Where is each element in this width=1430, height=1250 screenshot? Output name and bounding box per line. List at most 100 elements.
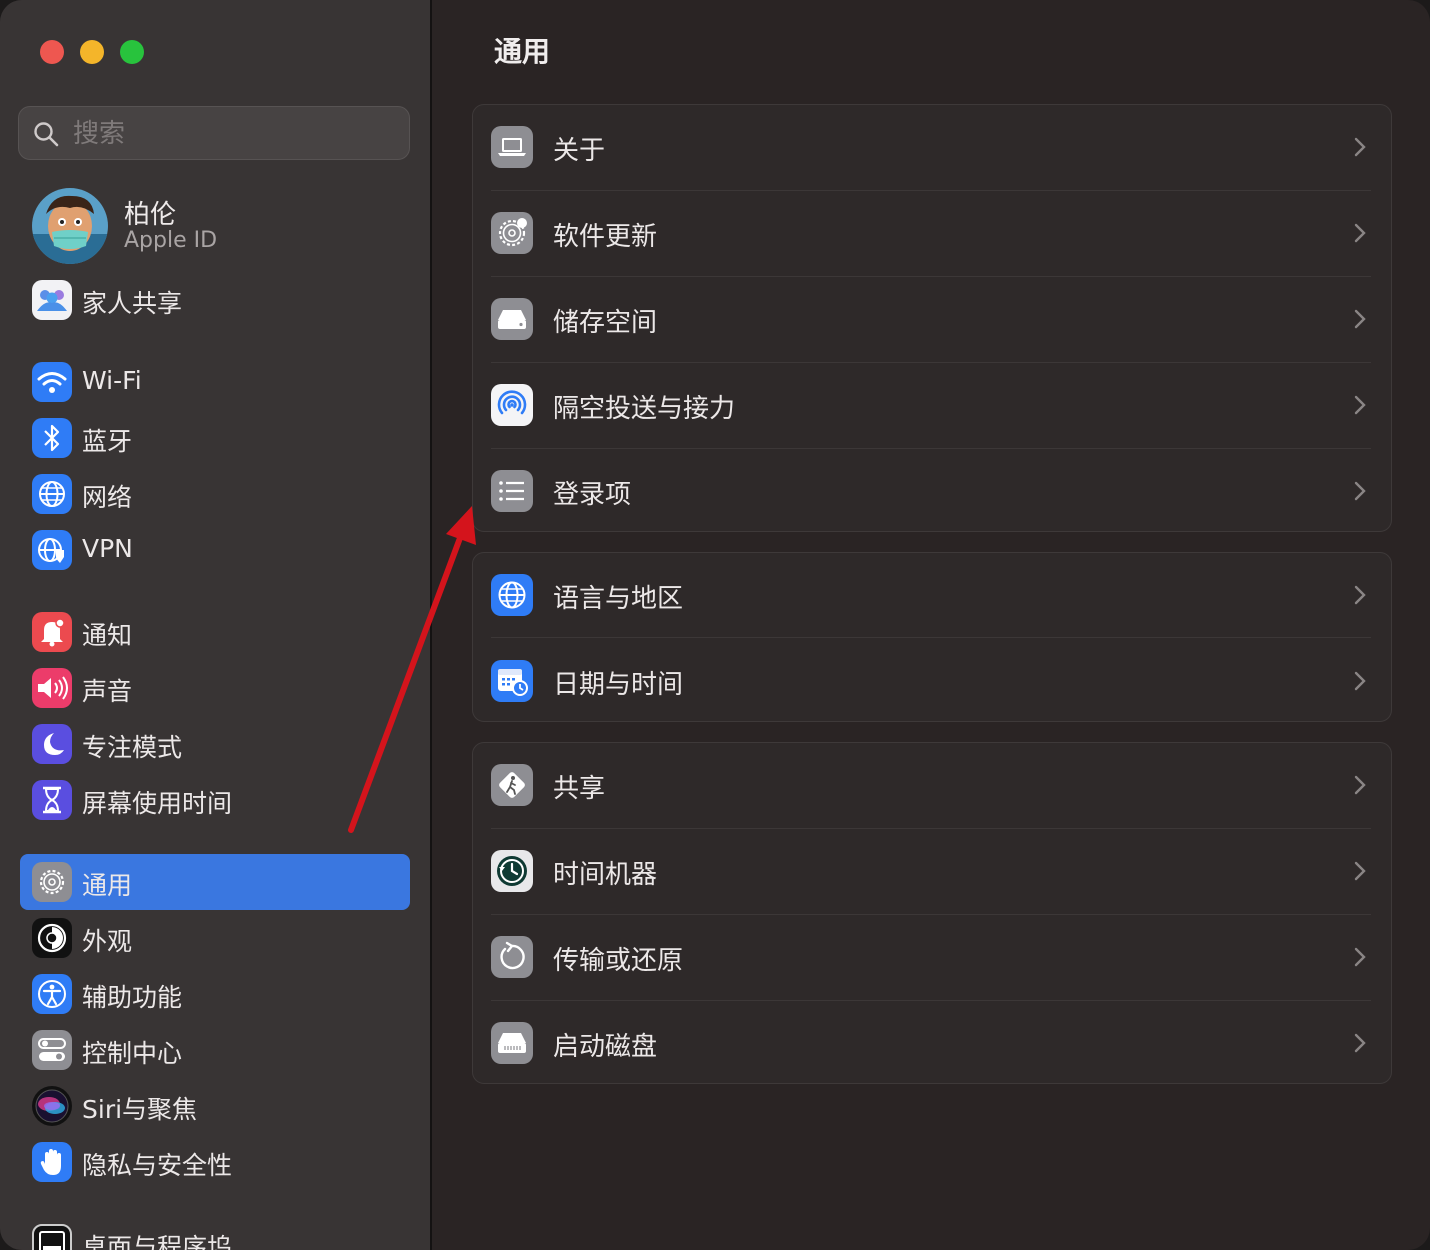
row-sharing[interactable]: 共享: [473, 743, 1391, 829]
row-about[interactable]: 关于: [473, 105, 1391, 191]
account-subtitle: Apple ID: [124, 228, 218, 253]
startup-disk-icon: [491, 1022, 533, 1064]
row-label: 时间机器: [553, 860, 658, 890]
settings-group-locale: 语言与地区 日期与时间: [472, 552, 1392, 722]
sidebar-item-label: 辅助功能: [82, 983, 183, 1012]
list-icon: [491, 470, 533, 512]
dock-icon: [32, 1224, 72, 1250]
restore-icon: [491, 936, 533, 978]
chevron-right-icon: [1354, 137, 1366, 157]
sidebar-item-label: 屏幕使用时间: [82, 789, 233, 818]
row-label: 启动磁盘: [553, 1032, 658, 1062]
sidebar-item-label: 蓝牙: [82, 427, 133, 456]
chevron-right-icon: [1354, 223, 1366, 243]
sidebar-item-label: 专注模式: [82, 733, 183, 762]
sidebar-item-label: 桌面与程序坞: [82, 1233, 233, 1250]
hand-icon: [32, 1142, 72, 1182]
laptop-icon: [491, 126, 533, 168]
row-startup-disk[interactable]: 启动磁盘: [473, 1001, 1391, 1087]
sidebar-item-accessibility[interactable]: 辅助功能: [20, 966, 410, 1022]
row-storage[interactable]: 储存空间: [473, 277, 1391, 363]
time-machine-icon: [491, 850, 533, 892]
divider: [491, 637, 1371, 638]
chevron-right-icon: [1354, 481, 1366, 501]
settings-group-system: 关于 软件更新 储存空间 隔空投送与接力 登录项: [472, 104, 1392, 532]
sidebar-item-label: 控制中心: [82, 1039, 183, 1068]
sidebar: 柏伦 Apple ID 家人共享 Wi-Fi 蓝牙 网络: [0, 0, 432, 1250]
row-airdrop-handoff[interactable]: 隔空投送与接力: [473, 363, 1391, 449]
drive-icon: [491, 298, 533, 340]
sidebar-item-label: 隐私与安全性: [82, 1151, 233, 1180]
sidebar-item-bluetooth[interactable]: 蓝牙: [20, 410, 410, 466]
sidebar-item-label: 外观: [82, 927, 133, 956]
row-time-machine[interactable]: 时间机器: [473, 829, 1391, 915]
gear-icon: [32, 862, 72, 902]
row-date-time[interactable]: 日期与时间: [473, 639, 1391, 725]
sidebar-item-network[interactable]: 网络: [20, 466, 410, 522]
search-field[interactable]: [18, 106, 410, 160]
sidebar-item-screen-time[interactable]: 屏幕使用时间: [20, 772, 410, 828]
vpn-icon: [32, 530, 72, 570]
globe-icon: [32, 474, 72, 514]
chevron-right-icon: [1354, 861, 1366, 881]
chevron-right-icon: [1354, 775, 1366, 795]
chevron-right-icon: [1354, 585, 1366, 605]
row-label: 共享: [553, 774, 606, 804]
page-title: 通用: [494, 35, 551, 68]
hourglass-icon: [32, 780, 72, 820]
sidebar-item-appearance[interactable]: 外观: [20, 910, 410, 966]
appearance-icon: [32, 918, 72, 958]
search-icon: [34, 122, 59, 147]
settings-window: 柏伦 Apple ID 家人共享 Wi-Fi 蓝牙 网络: [0, 0, 1430, 1250]
traffic-lights: [40, 40, 144, 64]
sidebar-item-privacy[interactable]: 隐私与安全性: [20, 1134, 410, 1190]
row-label: 隔空投送与接力: [553, 394, 736, 424]
sidebar-item-label: 网络: [82, 483, 133, 512]
account-name: 柏伦: [124, 200, 177, 230]
row-software-update[interactable]: 软件更新: [473, 191, 1391, 277]
sidebar-item-sound[interactable]: 声音: [20, 660, 410, 716]
row-label: 登录项: [553, 480, 632, 510]
minimize-button[interactable]: [80, 40, 104, 64]
row-label: 语言与地区: [553, 584, 684, 614]
row-language-region[interactable]: 语言与地区: [473, 553, 1391, 639]
sidebar-item-wifi[interactable]: Wi-Fi: [20, 354, 410, 410]
sidebar-item-control-center[interactable]: 控制中心: [20, 1022, 410, 1078]
accessibility-icon: [32, 974, 72, 1014]
bluetooth-icon: [32, 418, 72, 458]
family-icon: [32, 280, 72, 320]
row-login-items[interactable]: 登录项: [473, 449, 1391, 535]
airdrop-icon: [491, 384, 533, 426]
sidebar-item-family[interactable]: 家人共享: [20, 272, 410, 328]
calendar-clock-icon: [491, 660, 533, 702]
software-update-gear-icon: [491, 212, 533, 254]
sidebar-item-label: Siri与聚焦: [82, 1095, 198, 1124]
sidebar-item-vpn[interactable]: VPN: [20, 522, 410, 578]
close-button[interactable]: [40, 40, 64, 64]
sidebar-item-label: VPN: [82, 534, 133, 563]
sidebar-item-label: Wi-Fi: [82, 366, 142, 395]
chevron-right-icon: [1354, 309, 1366, 329]
sidebar-item-notifications[interactable]: 通知: [20, 604, 410, 660]
zoom-button[interactable]: [120, 40, 144, 64]
sidebar-item-desktop-dock[interactable]: 桌面与程序坞: [20, 1216, 410, 1250]
row-label: 传输或还原: [553, 946, 684, 976]
sidebar-item-label: 通用: [82, 871, 133, 900]
speaker-icon: [32, 668, 72, 708]
search-input[interactable]: [71, 115, 395, 153]
row-label: 软件更新: [553, 222, 658, 252]
sidebar-item-siri[interactable]: Siri与聚焦: [20, 1078, 410, 1134]
row-label: 日期与时间: [553, 670, 684, 700]
sidebar-item-label: 通知: [82, 621, 133, 650]
bell-icon: [32, 612, 72, 652]
sidebar-item-focus[interactable]: 专注模式: [20, 716, 410, 772]
apple-id-account[interactable]: 柏伦 Apple ID: [30, 186, 410, 266]
chevron-right-icon: [1354, 395, 1366, 415]
moon-icon: [32, 724, 72, 764]
sidebar-item-label: 声音: [82, 677, 133, 706]
row-transfer-reset[interactable]: 传输或还原: [473, 915, 1391, 1001]
avatar: [32, 188, 108, 264]
toggles-icon: [32, 1030, 72, 1070]
sidebar-item-label: 家人共享: [82, 289, 183, 318]
sidebar-item-general[interactable]: 通用: [20, 854, 410, 910]
